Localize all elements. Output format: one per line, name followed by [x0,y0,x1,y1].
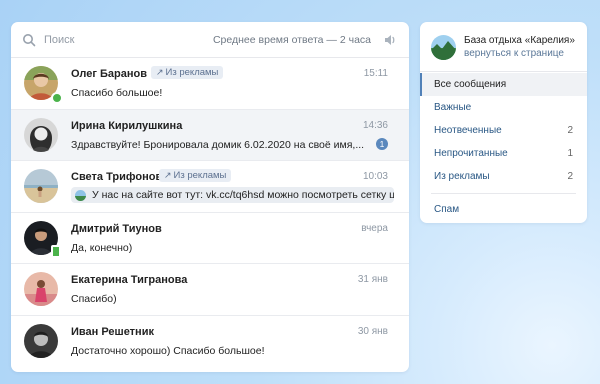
dialog-row[interactable]: Екатерина Тигранова 31 янв Спасибо) [11,264,409,316]
filter-all-messages[interactable]: Все сообщения [420,73,587,96]
online-indicator [51,92,63,104]
dialog-row[interactable]: Дмитрий Тиунов вчера Да, конечно) [11,213,409,264]
filter-from-ads[interactable]: Из рекламы 2 [420,165,587,188]
divider [431,193,576,194]
speaker-icon[interactable] [383,33,397,47]
avatar [24,117,58,152]
dialog-row[interactable]: Иван Решетник 30 янв Достаточно хорошо) … [11,316,409,368]
contact-name: Света Трифонова [71,171,169,183]
message-preview: Спасибо большое! [71,87,163,99]
message-time: 30 янв [357,325,388,337]
message-preview: Спасибо) [71,293,117,305]
search-input[interactable]: Поиск [44,34,213,46]
filter-label: Спам [434,204,460,215]
message-preview: У нас на сайте вот тут: vk.cc/tq6hsd мож… [92,189,394,201]
message-preview: Да, конечно) [71,241,133,254]
badge-label: Из рекламы [165,67,219,78]
filter-label: Неотвеченные [434,125,502,136]
filter-count: 2 [567,171,573,182]
community-header[interactable]: База отдыха «Карелия» вернуться к страни… [420,22,587,72]
group-mini-avatar [75,189,86,201]
filter-unread[interactable]: Непрочитанные 1 [420,142,587,165]
arrow-up-right-icon: ↗ [156,67,164,77]
community-title: База отдыха «Карелия» [464,35,575,46]
avatar [24,323,58,358]
arrow-up-right-icon: ↗ [164,170,172,180]
dialog-row[interactable]: Олег Баранов ↗ Из рекламы 15:11 Спасибо б… [11,58,409,110]
message-preview: Здравствуйте! Бронировала домик 6.02.202… [71,138,365,151]
dialog-list: Олег Баранов ↗ Из рекламы 15:11 Спасибо б… [11,58,409,367]
filter-count: 1 [567,148,573,159]
filter-label: Важные [434,102,472,113]
message-preview: Достаточно хорошо) Спасибо большое! [71,344,265,357]
message-time: 14:36 [362,119,388,131]
badge-label: Из рекламы [173,170,227,181]
filter-label: Непрочитанные [434,148,508,159]
search-bar: Поиск Среднее время ответа — 2 часа [11,22,409,58]
outgoing-message-preview: У нас на сайте вот тут: vk.cc/tq6hsd мож… [71,187,394,203]
message-time: 15:11 [363,68,388,79]
filter-count: 2 [567,125,573,136]
filter-unanswered[interactable]: Неотвеченные 2 [420,119,587,142]
search-icon [22,33,36,47]
contact-name: Олег Баранов [71,68,147,80]
message-time: 31 янв [357,274,388,285]
avatar [24,169,58,203]
filter-spam[interactable]: Спам [420,198,587,221]
filters-panel: База отдыха «Карелия» вернуться к страни… [420,22,587,223]
community-info: База отдыха «Карелия» вернуться к страни… [464,34,575,60]
unread-count-badge: 1 [376,137,388,150]
filter-list: Все сообщения Важные Неотвеченные 2 Непр… [420,72,587,221]
average-response-time: Среднее время ответа — 2 часа [212,33,371,46]
mobile-online-indicator [51,244,61,258]
dialog-row[interactable]: Света Трифонова ↗ Из рекламы 10:03 У нас … [11,161,409,213]
from-ad-badge: ↗ Из рекламы [159,169,232,182]
contact-name: Ирина Кирилушкина [71,119,183,132]
contact-name: Дмитрий Тиунов [71,222,162,235]
message-time: 10:03 [362,171,388,182]
contact-name: Иван Решетник [71,325,154,338]
from-ad-badge: ↗ Из рекламы [151,66,224,79]
community-avatar [431,34,456,60]
dialog-row[interactable]: Ирина Кирилушкина 14:36 Здравствуйте! Бр… [11,109,409,161]
avatar [24,272,58,306]
filter-label: Все сообщения [434,79,507,90]
message-time: вчера [361,222,388,234]
filter-label: Из рекламы [434,171,490,182]
back-to-page-link[interactable]: вернуться к странице [464,47,575,60]
dialogs-panel: Поиск Среднее время ответа — 2 часа Олег… [11,22,409,372]
contact-name: Екатерина Тигранова [71,274,188,286]
filter-important[interactable]: Важные [420,96,587,119]
